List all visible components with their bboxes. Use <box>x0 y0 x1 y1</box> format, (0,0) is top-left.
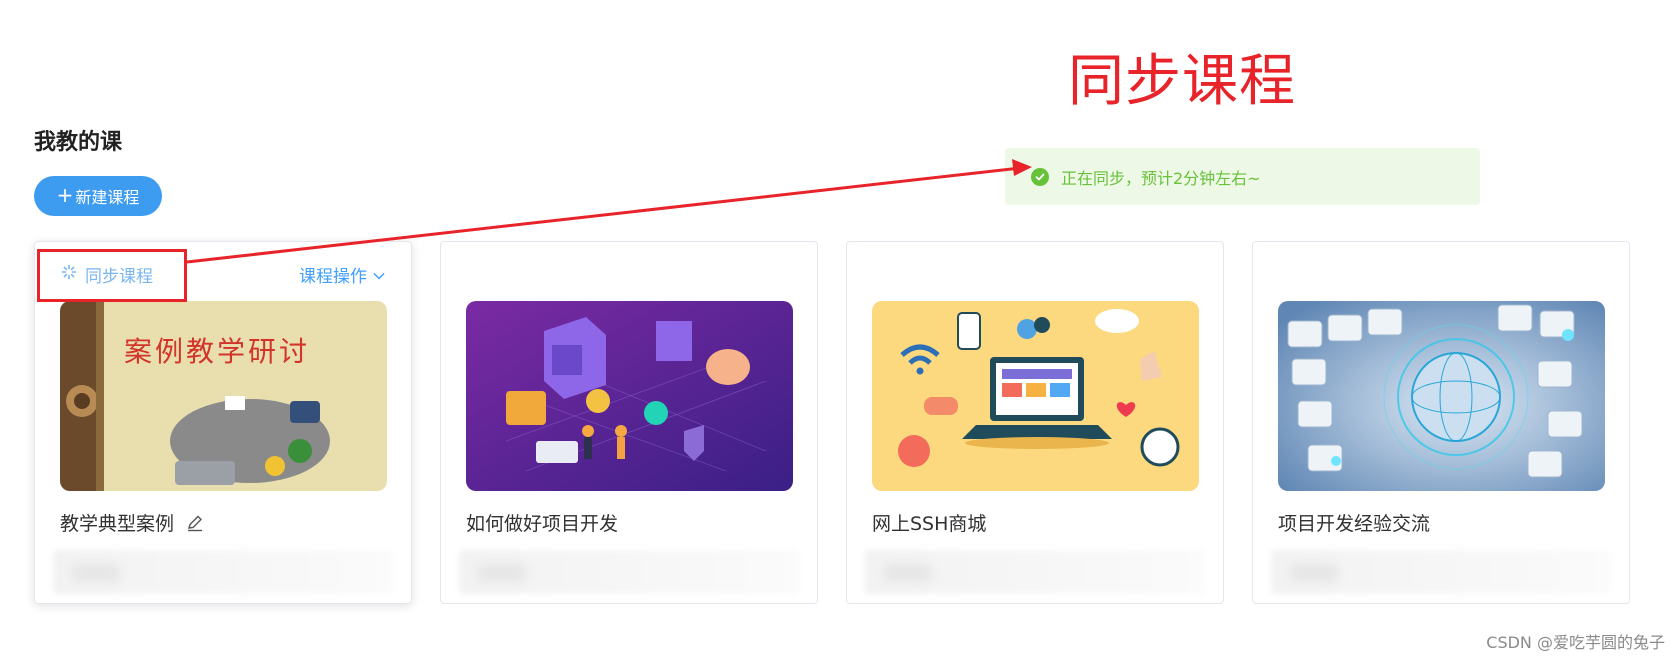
sync-course-label: 同步课程 <box>85 267 153 287</box>
watermark: CSDN @爱吃芋圆的兔子 <box>1486 633 1665 652</box>
blurred-meta <box>53 550 393 594</box>
course-name-text: 网上SSH商城 <box>872 513 987 535</box>
plus-icon: + <box>56 183 74 207</box>
course-name[interactable]: 项目开发经验交流 <box>1278 509 1430 536</box>
course-name[interactable]: 教学典型案例 <box>60 509 204 536</box>
course-operations-dropdown[interactable]: 课程操作 <box>299 262 385 287</box>
new-course-label: 新建课程 <box>75 188 140 207</box>
course-card[interactable]: 网上SSH商城 <box>846 241 1224 604</box>
course-card[interactable]: 同步课程 课程操作 案例教学研讨 教学典型案例 <box>34 241 412 604</box>
course-card[interactable]: 项目开发经验交流 <box>1252 241 1630 604</box>
toast-message: 正在同步，预计2分钟左右~ <box>1061 168 1261 188</box>
blurred-meta <box>459 550 799 594</box>
course-name[interactable]: 如何做好项目开发 <box>466 509 618 536</box>
course-cover-image[interactable] <box>466 301 793 491</box>
chevron-down-icon <box>373 265 385 285</box>
course-operations-label: 课程操作 <box>299 267 367 287</box>
sync-course-link[interactable]: 同步课程 <box>61 262 153 287</box>
annotation-title: 同步课程 <box>1068 49 1296 114</box>
course-card[interactable]: 如何做好项目开发 <box>440 241 818 604</box>
course-name-text: 项目开发经验交流 <box>1278 513 1431 535</box>
blurred-meta <box>1271 550 1611 594</box>
blurred-meta <box>865 550 1205 594</box>
course-name-text: 教学典型案例 <box>60 513 175 535</box>
course-cover-image[interactable] <box>872 301 1199 491</box>
cover-text: 案例教学研讨 <box>124 335 310 368</box>
course-cover-image[interactable] <box>1278 301 1605 491</box>
success-check-icon <box>1031 167 1049 186</box>
loading-spinner-icon <box>61 264 77 285</box>
course-name[interactable]: 网上SSH商城 <box>872 509 986 536</box>
course-cover-image[interactable]: 案例教学研讨 <box>60 301 387 491</box>
sync-toast: 正在同步，预计2分钟左右~ <box>1005 148 1480 205</box>
pencil-icon[interactable] <box>186 514 204 532</box>
course-name-text: 如何做好项目开发 <box>466 513 619 535</box>
new-course-button[interactable]: + 新建课程 <box>34 176 162 216</box>
page-title: 我教的课 <box>34 130 123 155</box>
